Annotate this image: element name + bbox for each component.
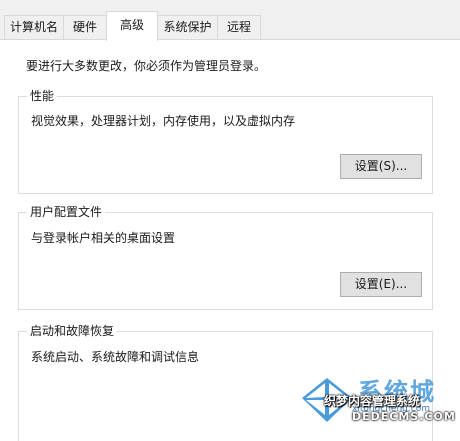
- user-profiles-title: 用户配置文件: [27, 204, 106, 220]
- watermark: 系统城 xitongcheng.com 织梦内容管理系统 DEDECMS.COM: [300, 372, 460, 428]
- watermark-stamp-url: DEDECMS.COM: [352, 410, 456, 423]
- tab-hardware[interactable]: 硬件: [63, 15, 107, 39]
- startup-recovery-title: 启动和故障恢复: [27, 323, 118, 339]
- tab-computer-name[interactable]: 计算机名: [4, 15, 64, 39]
- performance-description: 视觉效果，处理器计划，内存使用，以及虚拟内存: [31, 114, 296, 128]
- performance-group: 性能 视觉效果，处理器计划，内存使用，以及虚拟内存 设置(S)...: [18, 88, 433, 194]
- user-profiles-group: 用户配置文件 与登录帐户相关的桌面设置 设置(E)...: [18, 204, 433, 310]
- performance-settings-button[interactable]: 设置(S)...: [340, 154, 422, 179]
- tab-advanced[interactable]: 高级: [106, 11, 158, 41]
- admin-notice: 要进行大多数更改，你必须作为管理员登录。: [26, 59, 267, 73]
- user-profiles-settings-button[interactable]: 设置(E)...: [340, 272, 422, 297]
- startup-recovery-description: 系统启动、系统故障和调试信息: [31, 350, 200, 364]
- tab-divider: [0, 39, 460, 40]
- user-profiles-description: 与登录帐户相关的桌面设置: [31, 231, 176, 245]
- tab-remote[interactable]: 远程: [217, 15, 261, 39]
- tab-system-protection[interactable]: 系统保护: [157, 15, 218, 39]
- tab-strip: 计算机名 硬件 高级 系统保护 远程: [0, 0, 460, 41]
- performance-title: 性能: [27, 88, 58, 104]
- watermark-stamp: 织梦内容管理系统: [324, 394, 421, 408]
